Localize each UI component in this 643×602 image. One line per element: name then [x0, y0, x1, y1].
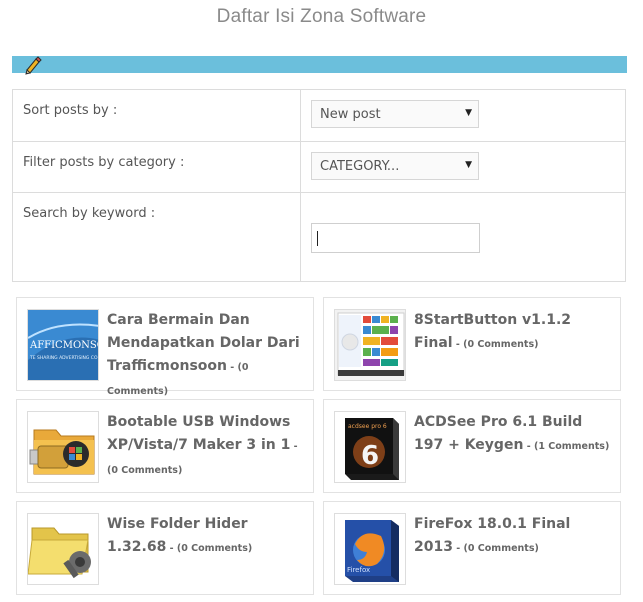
post-text: 8StartButton v1.1.2 Final - (0 Comments) — [414, 308, 614, 355]
post-separator: - — [166, 543, 177, 554]
post-card[interactable]: Wise Folder Hider 1.32.68 - (0 Comments) — [16, 501, 314, 595]
post-comment-count: (0 Comments) — [107, 465, 183, 476]
section-header-bar — [12, 56, 627, 73]
post-card[interactable]: Bootable USB Windows XP/Vista/7 Maker 3 … — [16, 399, 314, 493]
post-text: Wise Folder Hider 1.32.68 - (0 Comments) — [107, 512, 307, 559]
text-caret — [317, 231, 318, 246]
post-thumbnail[interactable]: Firefox — [334, 513, 406, 585]
locked-folder-icon — [28, 514, 98, 584]
post-comment-count: (0 Comments) — [463, 543, 539, 554]
category-select[interactable]: CATEGORY... ▼ — [311, 152, 479, 180]
post-comment-count: (0 Comments) — [463, 339, 539, 350]
svg-text:6: 6 — [361, 441, 379, 471]
sort-select[interactable]: New post ▼ — [311, 100, 479, 128]
post-separator: - — [226, 362, 238, 373]
svg-text:AFFICMONSOO: AFFICMONSOO — [29, 340, 99, 351]
keyword-search-input[interactable] — [311, 223, 480, 253]
start-menu-screenshot-icon — [335, 310, 405, 380]
pencil-icon — [25, 56, 42, 75]
post-card[interactable]: Firefox FireFox 18.0.1 Final 2013 - (0 C… — [323, 501, 621, 595]
usb-folder-icon — [28, 412, 98, 482]
keyword-label: Search by keyword : — [23, 206, 156, 221]
post-separator: - — [452, 339, 464, 350]
svg-text:Firefox: Firefox — [347, 566, 370, 574]
post-card[interactable]: AFFICMONSOO TE SHARING ADVERTISING CO Ca… — [16, 297, 314, 397]
page-title: Daftar Isi Zona Software — [216, 6, 427, 27]
post-comment-count: (1 Comments) — [533, 441, 610, 452]
post-separator: - — [452, 543, 464, 554]
category-row: Filter posts by category : CATEGORY... ▼ — [13, 141, 625, 192]
post-title-link[interactable]: Bootable USB Windows XP/Vista/7 Maker 3 … — [107, 414, 290, 453]
post-thumbnail[interactable] — [27, 513, 99, 585]
acdsee-box-icon: acdsee pro 6 6 — [335, 412, 405, 482]
trafficmonsoon-logo-icon: AFFICMONSOO TE SHARING ADVERTISING CO — [28, 310, 99, 380]
post-text: ACDSee Pro 6.1 Build 197 + Keygen - (1 C… — [414, 410, 614, 457]
firefox-box-icon: Firefox — [335, 514, 405, 584]
sort-select-value: New post — [320, 107, 381, 122]
sort-label: Sort posts by : — [23, 103, 118, 118]
post-thumbnail[interactable] — [334, 309, 406, 381]
category-select-value: CATEGORY... — [320, 159, 400, 174]
post-filter-form: Sort posts by : New post ▼ Filter posts … — [12, 89, 626, 282]
post-thumbnail[interactable]: acdsee pro 6 6 — [334, 411, 406, 483]
svg-text:acdsee pro 6: acdsee pro 6 — [348, 423, 387, 430]
post-text: FireFox 18.0.1 Final 2013 - (0 Comments) — [414, 512, 614, 559]
post-thumbnail[interactable] — [27, 411, 99, 483]
post-card[interactable]: acdsee pro 6 6 ACDSee Pro 6.1 Build 197 … — [323, 399, 621, 493]
post-thumbnail[interactable]: AFFICMONSOO TE SHARING ADVERTISING CO — [27, 309, 99, 381]
sort-row: Sort posts by : New post ▼ — [13, 90, 625, 141]
post-text: Bootable USB Windows XP/Vista/7 Maker 3 … — [107, 410, 307, 481]
post-title-link[interactable]: Cara Bermain Dan Mendapatkan Dolar Dari … — [107, 312, 300, 374]
keyword-row: Search by keyword : — [13, 192, 625, 281]
dropdown-arrow-icon: ▼ — [465, 108, 472, 118]
post-separator: - — [523, 441, 534, 452]
post-separator: - — [290, 441, 298, 452]
post-card[interactable]: 8StartButton v1.1.2 Final - (0 Comments) — [323, 297, 621, 391]
svg-text:TE SHARING ADVERTISING CO: TE SHARING ADVERTISING CO — [29, 355, 98, 361]
category-label: Filter posts by category : — [23, 155, 185, 170]
post-comment-count: (0 Comments) — [176, 543, 253, 554]
dropdown-arrow-icon: ▼ — [465, 160, 472, 170]
post-text: Cara Bermain Dan Mendapatkan Dolar Dari … — [107, 308, 307, 402]
